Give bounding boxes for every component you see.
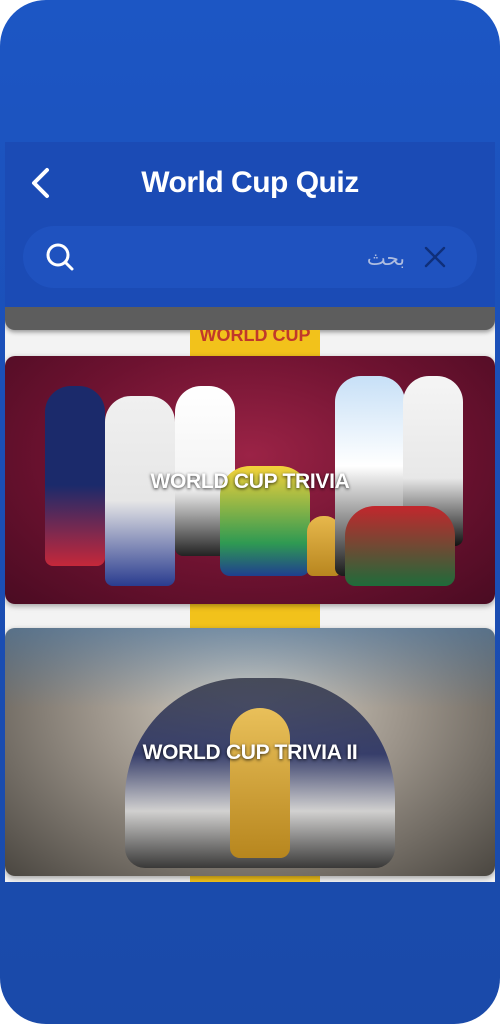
search-bar[interactable]: [23, 226, 477, 288]
card-title: WORLD CUP TRIVIA: [150, 470, 350, 493]
app-header: World Cup Quiz: [5, 142, 495, 307]
quiz-card-world-cup-trivia[interactable]: WORLD CUP TRIVIA: [5, 356, 495, 604]
world-cup-banner: WORLD CUP: [190, 330, 320, 356]
phone-frame: WORLD CUP WORLD CUP TRIVIA WORLD CUP TRI…: [0, 0, 500, 1024]
trophy-icon: [230, 708, 290, 858]
quiz-card-world-cup-trivia-ii[interactable]: WORLD CUP TRIVIA II: [5, 628, 495, 876]
card-title: WORLD CUP TRIVIA II: [142, 741, 358, 764]
banner-text: WORLD CUP: [199, 330, 311, 345]
search-input[interactable]: [103, 240, 407, 276]
page-title: World Cup Quiz: [141, 166, 359, 199]
close-icon[interactable]: [423, 245, 447, 269]
search-icon: [46, 243, 74, 271]
player-figure: [345, 506, 455, 586]
